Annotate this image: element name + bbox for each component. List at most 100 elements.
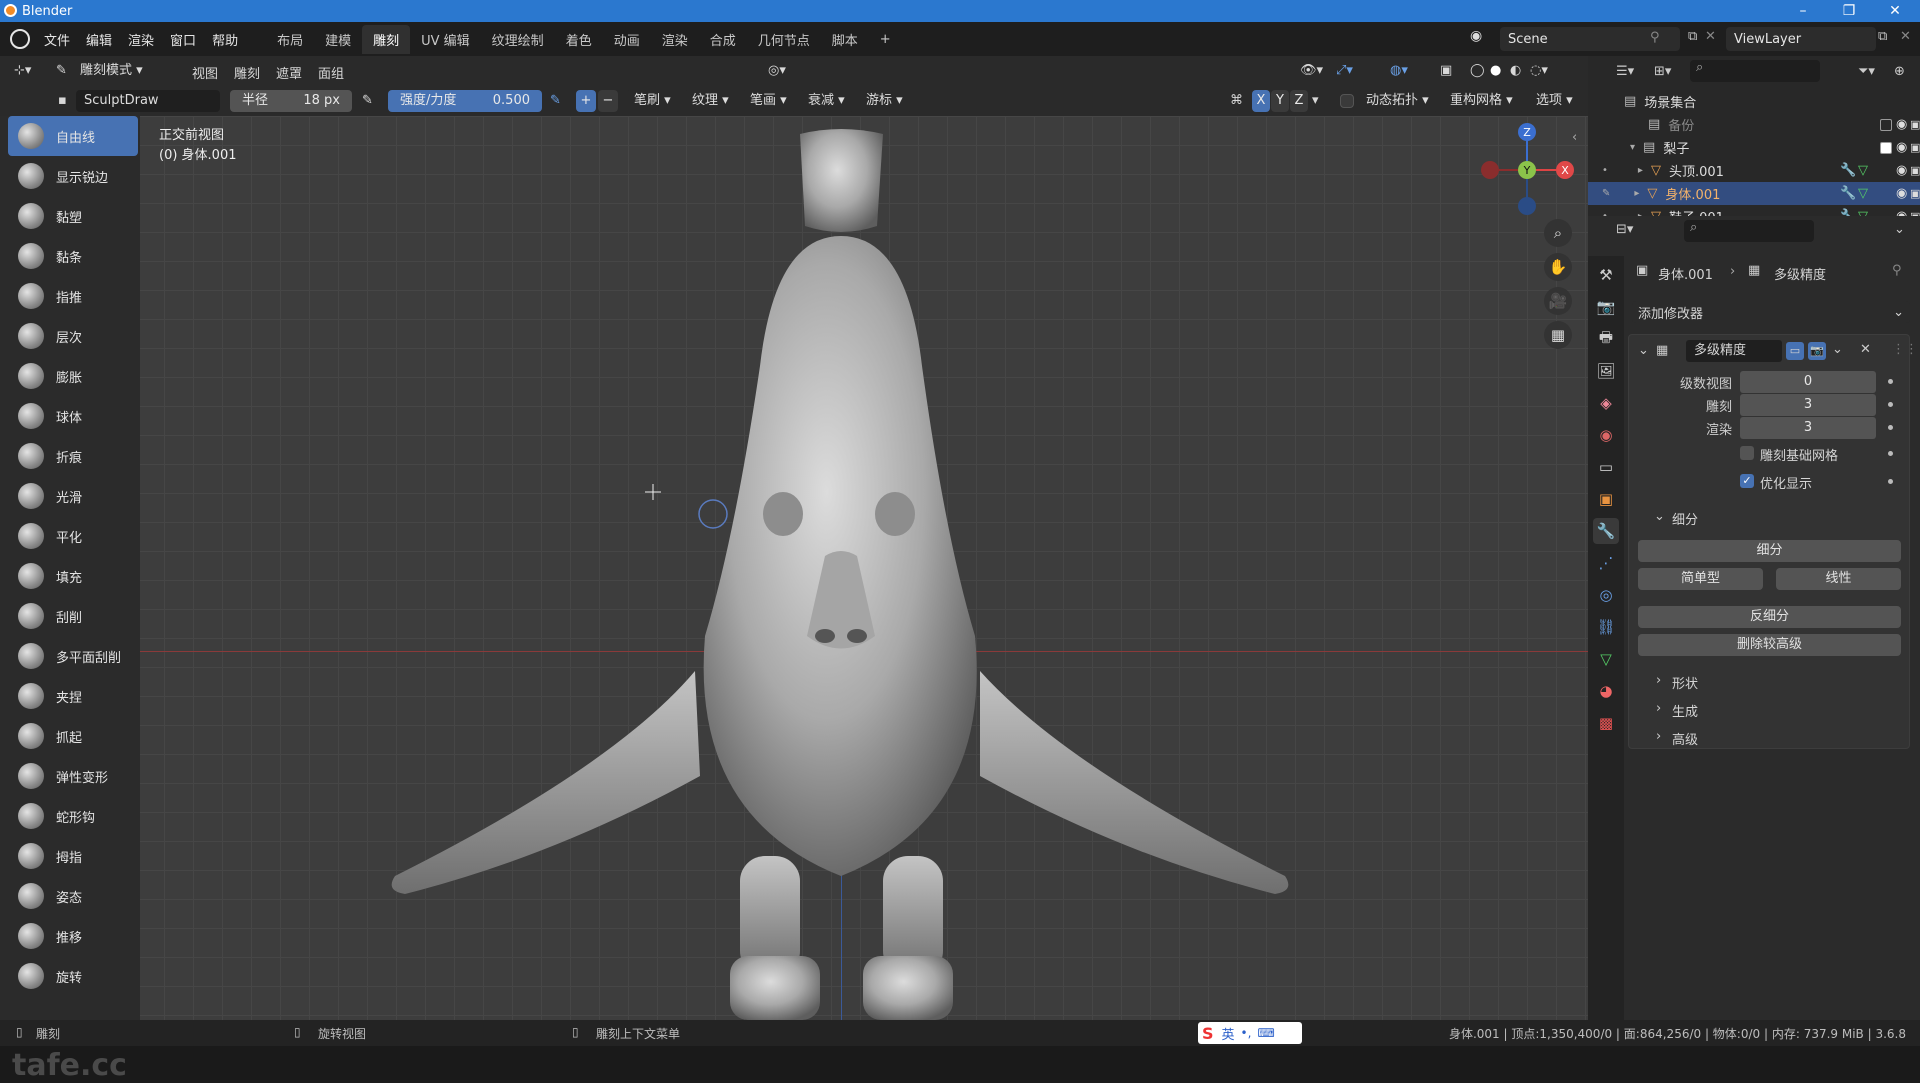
falloff-dropdown[interactable]: 衰减 ▾ bbox=[800, 90, 854, 112]
new-scene-icon[interactable]: ⧉ bbox=[1688, 29, 1697, 44]
symmetry-dropdown-icon[interactable]: ▾ bbox=[1312, 93, 1319, 108]
zoom-icon[interactable]: ⌕ bbox=[1544, 219, 1572, 247]
options-dropdown[interactable]: 选项 ▾ bbox=[1528, 90, 1584, 112]
delete-view-layer-icon[interactable]: ✕ bbox=[1900, 29, 1911, 44]
sculpt-base-mesh-checkbox[interactable] bbox=[1740, 446, 1754, 460]
remove-modifier-icon[interactable]: ✕ bbox=[1860, 342, 1871, 357]
stroke-dropdown[interactable]: 笔画 ▾ bbox=[742, 90, 796, 112]
animate-dot-icon[interactable] bbox=[1888, 425, 1893, 430]
properties-editor-icon[interactable]: ⊟▾ bbox=[1616, 222, 1633, 237]
modifier-tab-icon[interactable]: 🔧 bbox=[1593, 518, 1619, 544]
show-viewport-toggle[interactable]: ▭ bbox=[1786, 342, 1804, 360]
menu-sculpt[interactable]: 雕刻 bbox=[234, 63, 260, 82]
section-header[interactable]: 生成 bbox=[1672, 701, 1698, 720]
dyntopo-dropdown[interactable]: 动态拓扑 ▾ bbox=[1358, 90, 1438, 112]
camera-view-icon[interactable]: 🎥 bbox=[1544, 287, 1572, 315]
camera-icon[interactable]: ▣ bbox=[1910, 141, 1920, 154]
wireframe-shading-icon[interactable]: ◯ bbox=[1470, 63, 1485, 78]
physics-tab-icon[interactable]: ◎ bbox=[1593, 582, 1619, 608]
expand-arrow-icon[interactable]: ▸ bbox=[1638, 165, 1643, 176]
properties-options-icon[interactable]: ⌄ bbox=[1894, 222, 1905, 237]
blender-menu-icon[interactable] bbox=[10, 29, 30, 49]
eye-icon[interactable]: ◉ bbox=[1896, 117, 1907, 132]
world-tab-icon[interactable]: ◉ bbox=[1593, 422, 1619, 448]
ime-toolbar[interactable]: S 英 •, ⌨ bbox=[1198, 1022, 1302, 1044]
menu-file[interactable]: 文件 bbox=[36, 30, 78, 49]
texture-tab-icon[interactable]: ▩ bbox=[1593, 710, 1619, 736]
gizmo-toggle-icon[interactable]: ⤢▾ bbox=[1336, 63, 1353, 78]
outliner-row[interactable]: ▾ ▤ 梨子 ◉ ▣ bbox=[1588, 136, 1920, 159]
axis-gizmo[interactable]: Z Y X bbox=[1470, 118, 1580, 216]
workspace-tab[interactable]: 渲染 bbox=[651, 25, 699, 54]
tool-button[interactable]: 膨胀 bbox=[8, 356, 138, 396]
outliner-row[interactable]: ▤ 备份 ◉ ▣ bbox=[1588, 113, 1920, 136]
dyntopo-checkbox[interactable] bbox=[1340, 94, 1354, 108]
navigation-gizmo[interactable] bbox=[1235, 116, 1335, 196]
visibility-icon[interactable]: 👁▾ bbox=[1300, 63, 1323, 78]
menu-help[interactable]: 帮助 bbox=[204, 30, 246, 49]
tool-button[interactable]: 光滑 bbox=[8, 476, 138, 516]
tool-button[interactable]: 夹捏 bbox=[8, 676, 138, 716]
workspace-tab[interactable]: 脚本 bbox=[821, 25, 869, 54]
level-field[interactable]: 3 bbox=[1740, 417, 1876, 439]
cursor-dropdown[interactable]: 游标 ▾ bbox=[858, 90, 912, 112]
tool-button[interactable]: 显示锐边 bbox=[8, 156, 138, 196]
workspace-tab[interactable]: 动画 bbox=[603, 25, 651, 54]
menu-view[interactable]: 视图 bbox=[192, 63, 218, 82]
modifier-menu-icon[interactable]: ⌄ bbox=[1832, 342, 1843, 357]
restore-icon[interactable]: ❐ bbox=[1826, 0, 1872, 22]
tool-button[interactable]: 指推 bbox=[8, 276, 138, 316]
drag-handle-icon[interactable]: ⋮⋮ bbox=[1892, 342, 1918, 357]
exclude-checkbox[interactable] bbox=[1880, 141, 1892, 154]
section-header[interactable]: 形状 bbox=[1672, 673, 1698, 692]
object-tab-icon[interactable]: ▣ bbox=[1593, 486, 1619, 512]
mirror-z-toggle[interactable]: Z bbox=[1290, 90, 1308, 112]
expand-arrow-icon[interactable]: ▸ bbox=[1634, 188, 1639, 199]
animate-dot-icon[interactable] bbox=[1888, 379, 1893, 384]
menu-edit[interactable]: 编辑 bbox=[78, 30, 120, 49]
outliner-row[interactable]: ✎ ▸ ▽ 身体.001 🔧 ▽ ◉ ▣ bbox=[1588, 182, 1920, 205]
workspace-tab[interactable]: UV 编辑 bbox=[410, 25, 481, 54]
display-mode-icon[interactable]: ⊞▾ bbox=[1654, 64, 1671, 79]
menu-render[interactable]: 渲染 bbox=[120, 30, 162, 49]
data-tab-icon[interactable]: ▽ bbox=[1593, 646, 1619, 672]
transform-pivot-icon[interactable]: ◎▾ bbox=[768, 63, 786, 78]
solid-shading-icon[interactable]: ● bbox=[1490, 63, 1501, 78]
remesh-dropdown[interactable]: 重构网格 ▾ bbox=[1442, 90, 1524, 112]
tool-button[interactable]: 姿态 bbox=[8, 876, 138, 916]
brush-name-field[interactable]: SculptDraw bbox=[76, 90, 220, 112]
unsubdivide-button[interactable]: 反细分 bbox=[1638, 606, 1901, 628]
output-tab-icon[interactable]: 🖶 bbox=[1593, 326, 1619, 352]
pin-icon[interactable]: ⚲ bbox=[1892, 263, 1902, 278]
tool-button[interactable]: 层次 bbox=[8, 316, 138, 356]
tool-tab-icon[interactable]: ⚒ bbox=[1593, 262, 1619, 288]
expand-chevron-icon[interactable]: › bbox=[1656, 701, 1661, 716]
constraints-tab-icon[interactable]: ⛓ bbox=[1593, 614, 1619, 640]
new-view-layer-icon[interactable]: ⧉ bbox=[1878, 29, 1887, 44]
brush-dropdown[interactable]: 笔刷 ▾ bbox=[626, 90, 680, 112]
mode-dropdown[interactable]: 雕刻模式 ▾ bbox=[72, 60, 176, 82]
tool-button[interactable]: 填充 bbox=[8, 556, 138, 596]
mirror-x-toggle[interactable]: X bbox=[1252, 90, 1270, 112]
delete-higher-button[interactable]: 删除较高级 bbox=[1638, 634, 1901, 656]
workspace-tab[interactable]: 雕刻 bbox=[362, 24, 411, 54]
linear-button[interactable]: 线性 bbox=[1776, 568, 1901, 590]
section-header[interactable]: 高级 bbox=[1672, 729, 1698, 748]
level-field[interactable]: 0 bbox=[1740, 371, 1876, 393]
editor-type-icon[interactable]: ⊹▾ bbox=[14, 63, 31, 78]
collection-tab-icon[interactable]: ▭ bbox=[1593, 454, 1619, 480]
expand-chevron-icon[interactable]: › bbox=[1656, 729, 1661, 744]
tool-button[interactable]: 平化 bbox=[8, 516, 138, 556]
tool-button[interactable]: 刮削 bbox=[8, 596, 138, 636]
workspace-tab[interactable]: 纹理绘制 bbox=[481, 25, 555, 54]
expand-arrow-icon[interactable]: ▾ bbox=[1630, 142, 1635, 153]
animate-dot-icon[interactable] bbox=[1888, 402, 1893, 407]
view-layer-field[interactable]: ViewLayer bbox=[1726, 27, 1876, 51]
exclude-checkbox[interactable] bbox=[1880, 118, 1892, 131]
tool-button[interactable]: 蛇形钩 bbox=[8, 796, 138, 836]
camera-icon[interactable]: ▣ bbox=[1910, 187, 1920, 200]
filter-icon[interactable]: ⏷▾ bbox=[1858, 64, 1875, 79]
sidebar-toggle-icon[interactable]: ‹ bbox=[1572, 130, 1577, 145]
workspace-tab[interactable]: 几何节点 bbox=[747, 25, 821, 54]
texture-dropdown[interactable]: 纹理 ▾ bbox=[684, 90, 738, 112]
